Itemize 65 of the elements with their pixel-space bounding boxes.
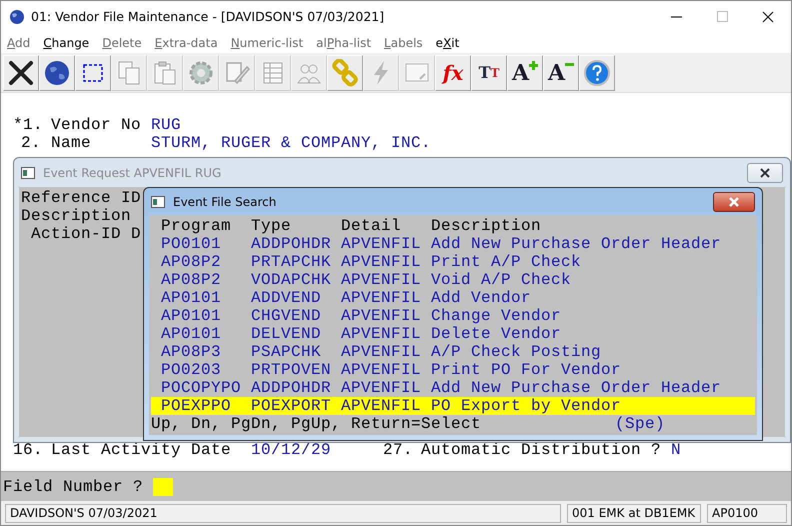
list-row[interactable]: AP0101 CHGVEND APVENFIL Change Vendor bbox=[151, 307, 755, 325]
field-value: RUG bbox=[151, 116, 182, 134]
field-label: Name bbox=[51, 134, 92, 152]
field-number: 27. bbox=[383, 441, 414, 459]
toolbar-button[interactable]: A bbox=[543, 54, 579, 90]
close-icon bbox=[759, 168, 771, 178]
list-row[interactable]: POCOPYPO ADDPOHDR APVENFIL Add New Purchase Order Header bbox=[151, 379, 755, 397]
toolbar-button[interactable]: A bbox=[507, 54, 543, 90]
dialog-title: Event Request APVENFIL RUG bbox=[43, 166, 222, 180]
list-row[interactable]: AP0101 ADDVEND APVENFIL Add Vendor bbox=[151, 289, 755, 307]
list-row[interactable]: AP08P2 VODAPCHK APVENFIL Void A/P Check bbox=[151, 271, 755, 289]
field-value: N bbox=[671, 441, 682, 459]
field-label: Last Activity Date bbox=[51, 441, 232, 459]
list-row[interactable]: AP08P2 PRTAPCHK APVENFIL Print A/P Check bbox=[151, 253, 755, 271]
toolbar-button[interactable] bbox=[3, 54, 39, 90]
minimize-icon bbox=[670, 16, 682, 18]
form-label: Action-ID D bbox=[30, 225, 142, 243]
toolbar-button[interactable]: fx bbox=[435, 54, 471, 90]
formula-icon: fx bbox=[442, 60, 464, 84]
list-row[interactable]: PO0203 PRTPOVEN APVENFIL Print PO For Vendor bbox=[151, 361, 755, 379]
input-field[interactable] bbox=[153, 478, 174, 496]
window-icon bbox=[151, 194, 165, 208]
column-header: Type bbox=[251, 217, 292, 235]
globe-icon bbox=[43, 58, 71, 86]
key-hint: (Spe) bbox=[615, 415, 666, 433]
field-value: 10/12/29 bbox=[251, 441, 332, 459]
list-row[interactable]: PO0101 ADDPOHDR APVENFIL Add New Purchase Order Header bbox=[151, 235, 755, 253]
list-row[interactable]: AP08P3 PSAPCHK APVENFIL A/P Check Posting bbox=[151, 343, 755, 361]
field-number: 2. bbox=[20, 134, 42, 152]
column-header: Detail bbox=[341, 217, 402, 235]
close-icon bbox=[762, 10, 774, 22]
field-label: Automatic Distribution ? bbox=[421, 441, 662, 459]
form-label: Reference ID bbox=[21, 189, 142, 207]
close-button[interactable] bbox=[713, 192, 755, 212]
menu-item[interactable]: eXit bbox=[436, 36, 460, 50]
close-icon bbox=[728, 196, 740, 206]
globe-icon bbox=[9, 8, 25, 24]
close-button[interactable] bbox=[747, 162, 783, 182]
status-pane: DAVIDSON'S 07/03/2021 bbox=[5, 504, 561, 522]
status-pane: 001 EMK at DB1EMK bbox=[567, 504, 701, 522]
toolbar-button[interactable] bbox=[39, 54, 75, 90]
key-hint: Up, Dn, PgDn, PgUp, Return=Select bbox=[151, 415, 482, 433]
toolbar-button[interactable] bbox=[75, 54, 111, 90]
field-value: STURM, RUGER & COMPANY, INC. bbox=[151, 134, 432, 152]
list-row[interactable]: POEXPPO POEXPORT APVENFIL PO Export by Vendor bbox=[151, 397, 755, 415]
form-label: Description bbox=[21, 207, 132, 225]
chain-link-icon bbox=[331, 58, 359, 86]
column-header: Description bbox=[431, 217, 542, 235]
help-icon bbox=[583, 58, 611, 86]
maximize-icon bbox=[716, 11, 728, 22]
window-icon bbox=[21, 166, 35, 180]
column-header: Program bbox=[161, 217, 232, 235]
close-icon bbox=[7, 58, 35, 86]
gear-icon bbox=[187, 58, 215, 86]
font-size-icon: TT bbox=[478, 63, 500, 82]
dialog-title: Event File Search bbox=[173, 194, 278, 208]
prompt-label: Field Number ? bbox=[3, 478, 144, 496]
list-row[interactable]: AP0101 DELVEND APVENFIL Delete Vendor bbox=[151, 325, 755, 343]
field-number: 16. bbox=[13, 441, 44, 459]
menu-item[interactable]: Change bbox=[43, 36, 90, 50]
field-label: Vendor No bbox=[51, 116, 142, 134]
window-title: 01: Vendor File Maintenance - [DAVIDSON'S 07/03/2021] bbox=[31, 9, 386, 24]
status-pane: AP0100 bbox=[707, 504, 787, 522]
field-number: *1. bbox=[13, 116, 44, 134]
toolbar-button[interactable]: TT bbox=[471, 54, 507, 90]
